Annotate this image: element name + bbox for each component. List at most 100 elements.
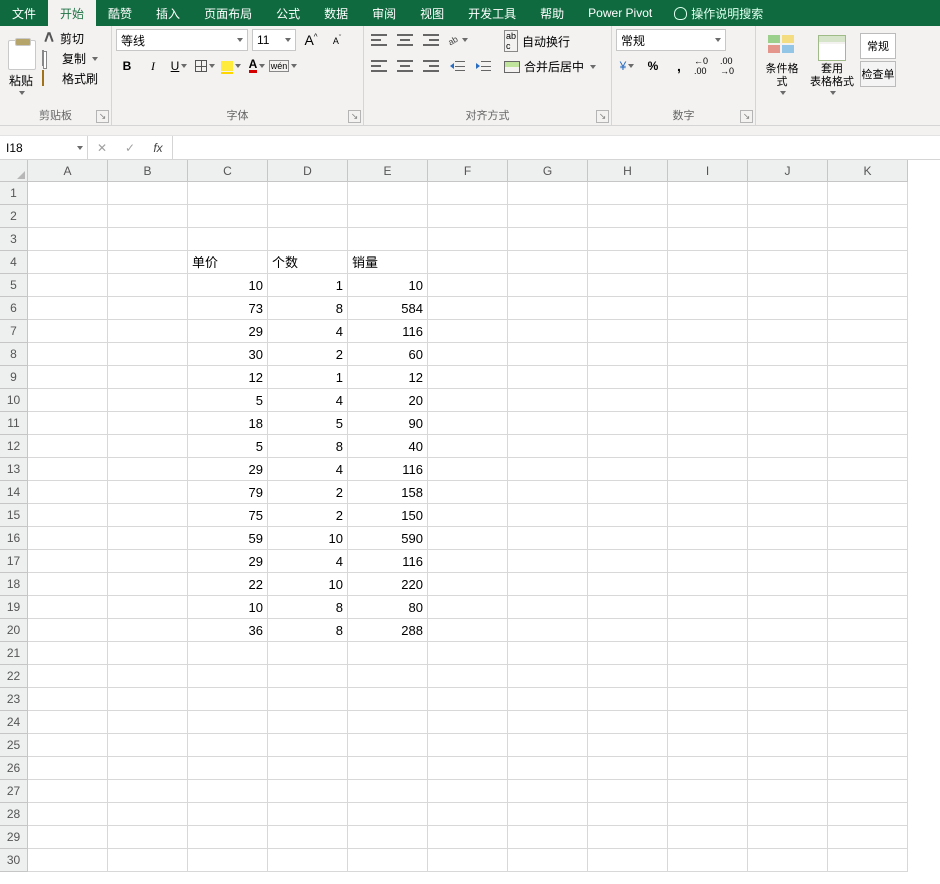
cell-C12[interactable]: 5 [188, 435, 268, 458]
tab-data[interactable]: 数据 [312, 0, 360, 26]
cell-K4[interactable] [828, 251, 908, 274]
font-size-combo[interactable]: 11 [252, 29, 296, 51]
cell-A6[interactable] [28, 297, 108, 320]
cell-F5[interactable] [428, 274, 508, 297]
copy-button[interactable]: 复制 [40, 49, 100, 68]
row-header-25[interactable]: 25 [0, 734, 28, 757]
cell-G20[interactable] [508, 619, 588, 642]
cell-E29[interactable] [348, 826, 428, 849]
cell-F6[interactable] [428, 297, 508, 320]
cell-I15[interactable] [668, 504, 748, 527]
cell-K18[interactable] [828, 573, 908, 596]
cell-J21[interactable] [748, 642, 828, 665]
row-header-3[interactable]: 3 [0, 228, 28, 251]
cell-J23[interactable] [748, 688, 828, 711]
cell-E2[interactable] [348, 205, 428, 228]
cell-F20[interactable] [428, 619, 508, 642]
cell-H5[interactable] [588, 274, 668, 297]
row-header-5[interactable]: 5 [0, 274, 28, 297]
cell-I6[interactable] [668, 297, 748, 320]
cell-F18[interactable] [428, 573, 508, 596]
column-header-J[interactable]: J [748, 160, 828, 182]
cell-C6[interactable]: 73 [188, 297, 268, 320]
cell-K9[interactable] [828, 366, 908, 389]
cell-D3[interactable] [268, 228, 348, 251]
cell-A16[interactable] [28, 527, 108, 550]
cell-J27[interactable] [748, 780, 828, 803]
cell-C2[interactable] [188, 205, 268, 228]
cell-D11[interactable]: 5 [268, 412, 348, 435]
cell-K11[interactable] [828, 412, 908, 435]
cell-B27[interactable] [108, 780, 188, 803]
cell-D22[interactable] [268, 665, 348, 688]
cell-F4[interactable] [428, 251, 508, 274]
conditional-format-button[interactable]: 条件格式 [760, 33, 804, 97]
column-header-G[interactable]: G [508, 160, 588, 182]
cell-J6[interactable] [748, 297, 828, 320]
cell-G21[interactable] [508, 642, 588, 665]
increase-indent-button[interactable] [472, 55, 494, 77]
cell-I12[interactable] [668, 435, 748, 458]
cell-F28[interactable] [428, 803, 508, 826]
cell-A29[interactable] [28, 826, 108, 849]
format-painter-button[interactable]: 格式刷 [40, 69, 100, 88]
font-color-button[interactable]: A [246, 55, 268, 77]
cell-C30[interactable] [188, 849, 268, 872]
row-header-11[interactable]: 11 [0, 412, 28, 435]
row-header-27[interactable]: 27 [0, 780, 28, 803]
cell-A4[interactable] [28, 251, 108, 274]
cell-B20[interactable] [108, 619, 188, 642]
cell-A19[interactable] [28, 596, 108, 619]
cell-D6[interactable]: 8 [268, 297, 348, 320]
cell-J2[interactable] [748, 205, 828, 228]
cell-I11[interactable] [668, 412, 748, 435]
borders-button[interactable] [194, 55, 216, 77]
cell-K20[interactable] [828, 619, 908, 642]
cell-B3[interactable] [108, 228, 188, 251]
cell-C1[interactable] [188, 182, 268, 205]
row-header-9[interactable]: 9 [0, 366, 28, 389]
cell-J9[interactable] [748, 366, 828, 389]
row-header-14[interactable]: 14 [0, 481, 28, 504]
cell-A28[interactable] [28, 803, 108, 826]
cell-A14[interactable] [28, 481, 108, 504]
cell-D5[interactable]: 1 [268, 274, 348, 297]
cell-F7[interactable] [428, 320, 508, 343]
cell-E28[interactable] [348, 803, 428, 826]
cell-D7[interactable]: 4 [268, 320, 348, 343]
cell-G14[interactable] [508, 481, 588, 504]
cell-I20[interactable] [668, 619, 748, 642]
cell-G1[interactable] [508, 182, 588, 205]
cell-H16[interactable] [588, 527, 668, 550]
cell-I2[interactable] [668, 205, 748, 228]
cell-H22[interactable] [588, 665, 668, 688]
cell-E16[interactable]: 590 [348, 527, 428, 550]
clipboard-dialog-launcher[interactable] [96, 110, 109, 123]
cell-J14[interactable] [748, 481, 828, 504]
cell-K16[interactable] [828, 527, 908, 550]
cell-J16[interactable] [748, 527, 828, 550]
cell-B25[interactable] [108, 734, 188, 757]
cell-E15[interactable]: 150 [348, 504, 428, 527]
cell-K6[interactable] [828, 297, 908, 320]
cell-I22[interactable] [668, 665, 748, 688]
column-header-K[interactable]: K [828, 160, 908, 182]
cell-E1[interactable] [348, 182, 428, 205]
cell-G3[interactable] [508, 228, 588, 251]
cell-E21[interactable] [348, 642, 428, 665]
fill-color-button[interactable] [220, 55, 242, 77]
cell-B26[interactable] [108, 757, 188, 780]
cell-H27[interactable] [588, 780, 668, 803]
cell-A22[interactable] [28, 665, 108, 688]
cell-E6[interactable]: 584 [348, 297, 428, 320]
cell-C7[interactable]: 29 [188, 320, 268, 343]
row-header-7[interactable]: 7 [0, 320, 28, 343]
cell-J13[interactable] [748, 458, 828, 481]
cell-K29[interactable] [828, 826, 908, 849]
cell-C25[interactable] [188, 734, 268, 757]
cell-H13[interactable] [588, 458, 668, 481]
cell-E3[interactable] [348, 228, 428, 251]
cell-H1[interactable] [588, 182, 668, 205]
row-header-20[interactable]: 20 [0, 619, 28, 642]
cell-J3[interactable] [748, 228, 828, 251]
